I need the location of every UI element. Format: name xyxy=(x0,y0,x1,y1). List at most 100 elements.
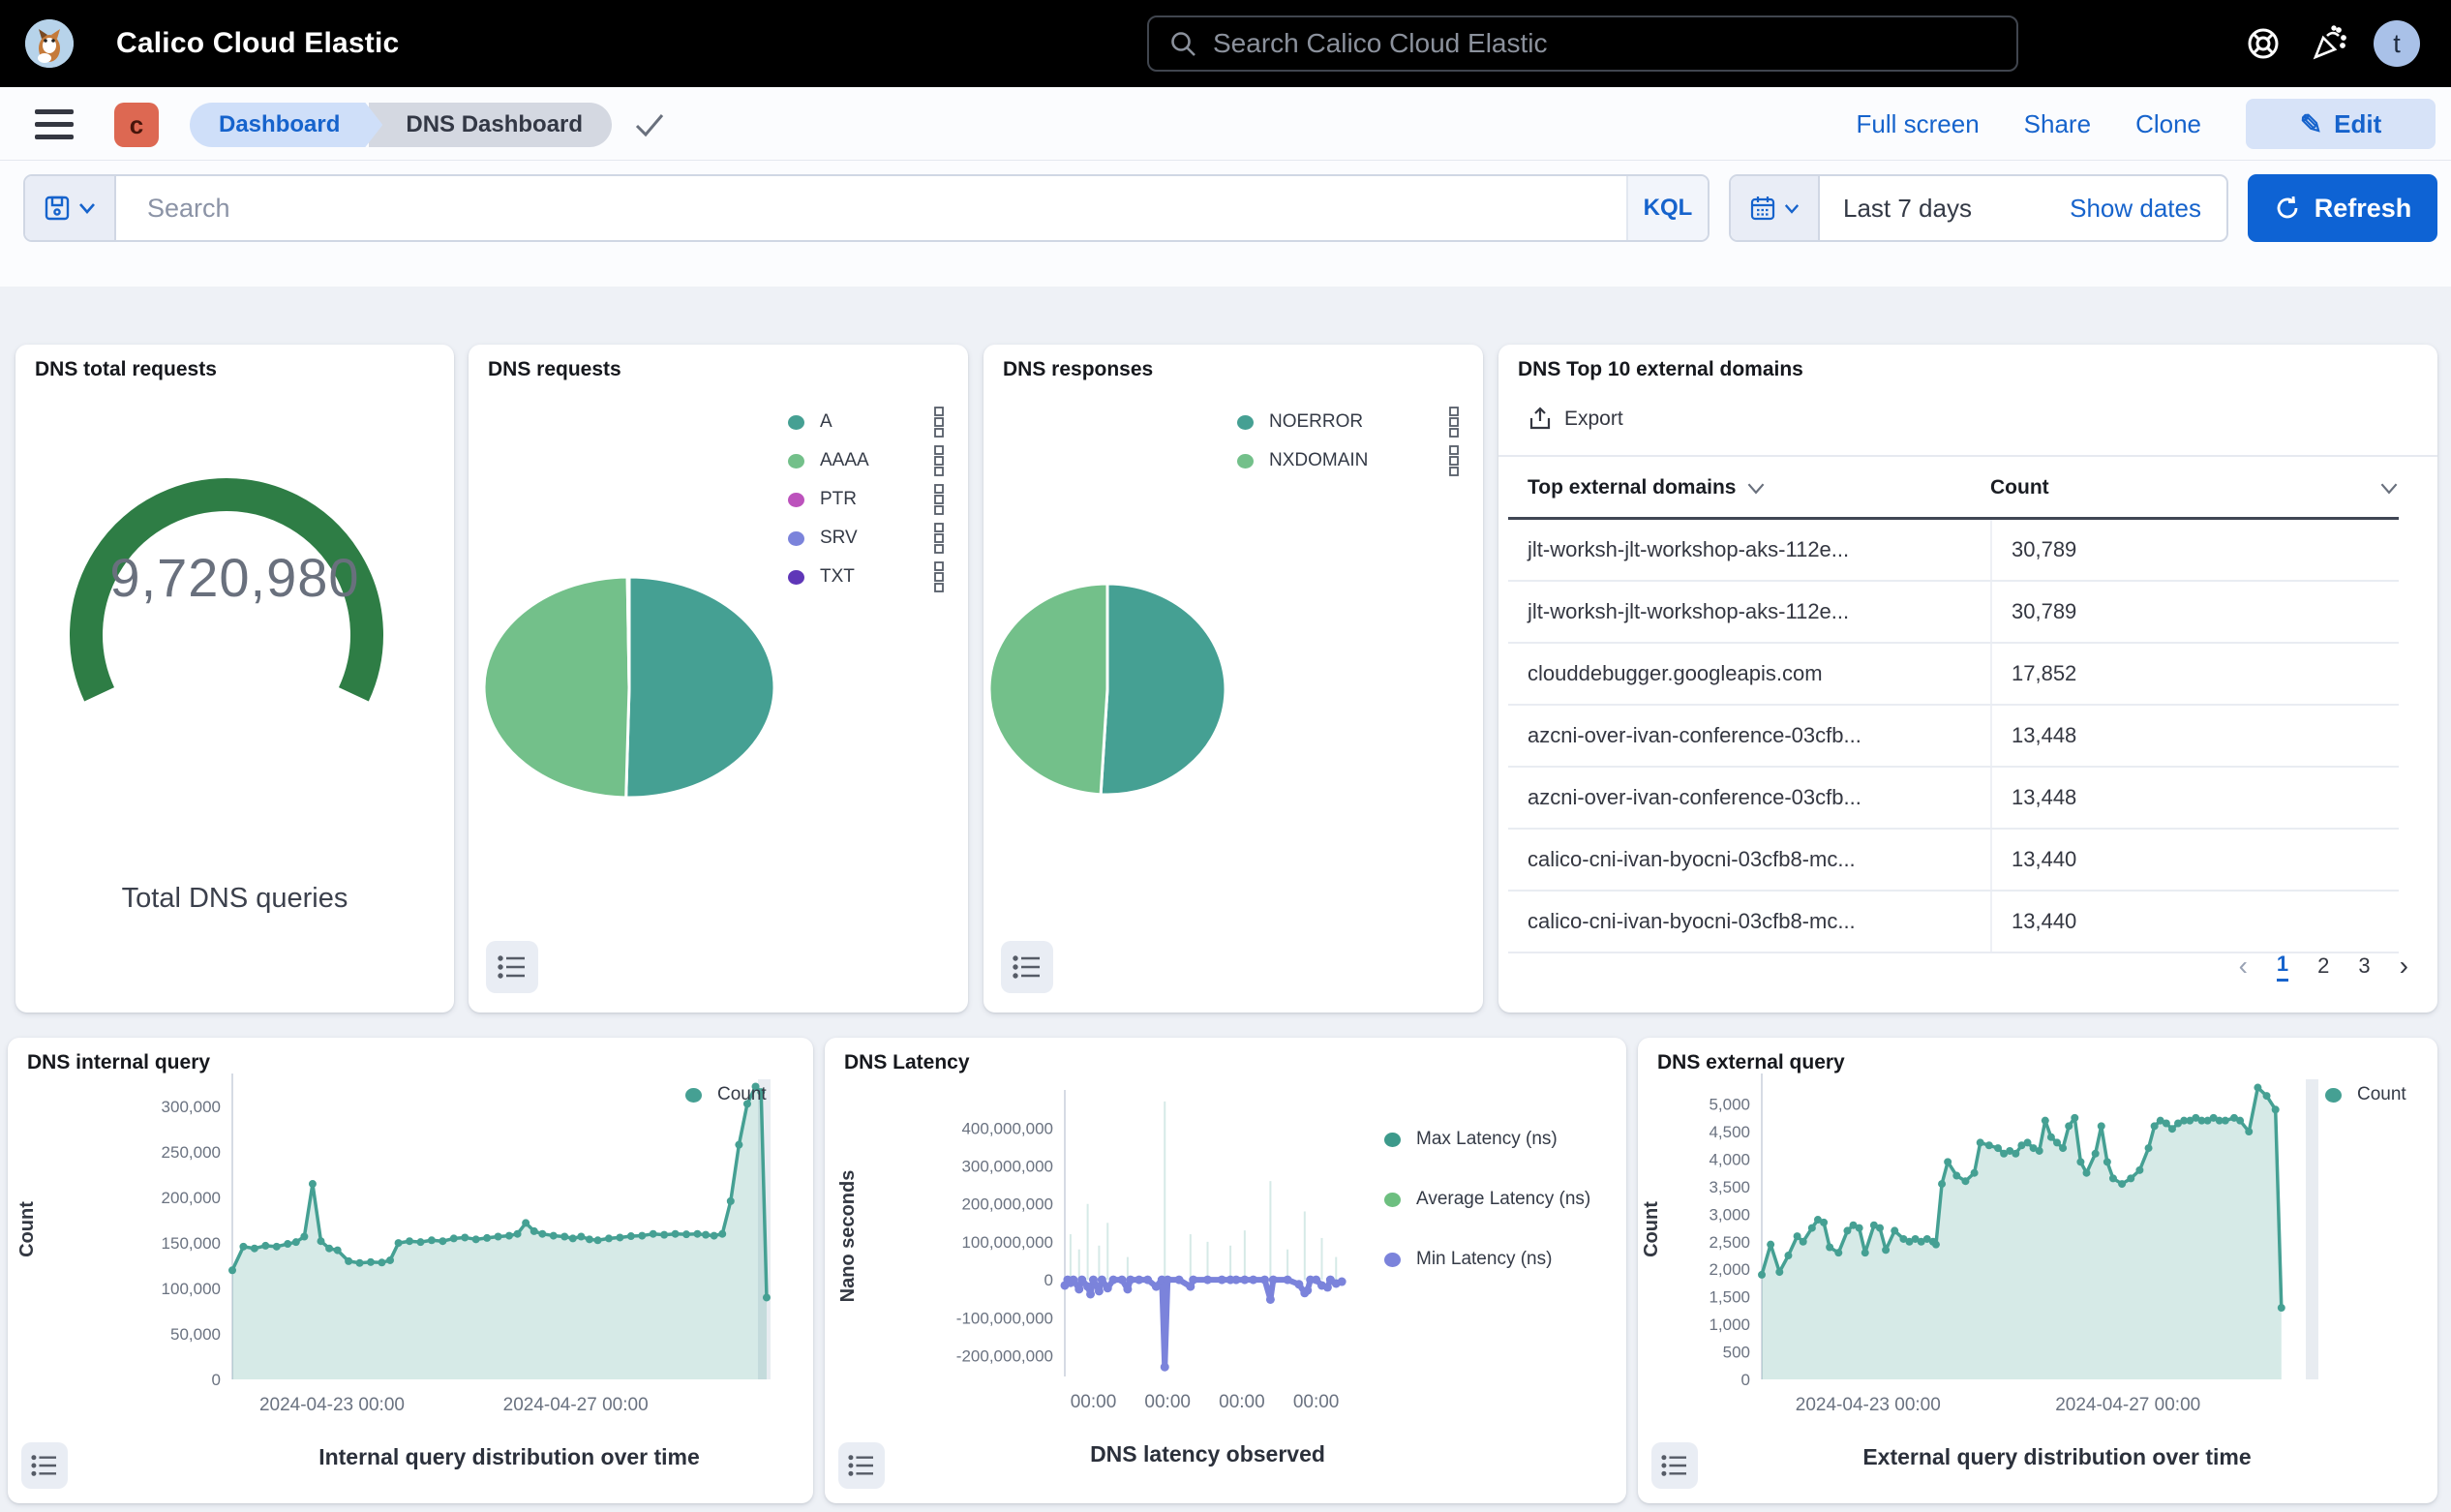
clone-link[interactable]: Clone xyxy=(2135,109,2201,139)
panel-dns-responses[interactable]: DNS responses NOERRORNXDOMAIN xyxy=(983,345,1483,1013)
column-header-count[interactable]: Count xyxy=(1990,476,2399,499)
legend-item-AAAA[interactable]: AAAA xyxy=(788,441,945,480)
legend-label: PTR xyxy=(820,489,857,510)
calico-logo-icon[interactable] xyxy=(25,19,74,68)
query-bar-row: Search KQL Last 7 days Show dates Refres… xyxy=(0,161,2451,287)
chevron-down-icon xyxy=(2379,482,2399,495)
chevron-down-icon xyxy=(1784,203,1800,214)
pagination-page-3[interactable]: 3 xyxy=(2358,953,2370,979)
legend-actions-icon[interactable] xyxy=(933,522,945,555)
svg-text:100,000: 100,000 xyxy=(162,1280,221,1298)
pie-slice-NXDOMAIN[interactable] xyxy=(989,584,1107,795)
panel-dns-internal-query[interactable]: DNS internal query 050,000100,000150,000… xyxy=(8,1038,813,1503)
cell-domain: jlt-worksh-jlt-workshop-aks-112e... xyxy=(1508,599,1990,624)
legend-item-NXDOMAIN[interactable]: NXDOMAIN xyxy=(1237,441,1460,480)
legend-actions-icon[interactable] xyxy=(933,483,945,516)
table-row[interactable]: calico-cni-ivan-byocni-03cfb8-mc...13,44… xyxy=(1508,892,2399,953)
legend-item-A[interactable]: A xyxy=(788,403,945,441)
table-row[interactable]: azcni-over-ivan-conference-03cfb...13,44… xyxy=(1508,768,2399,830)
svg-text:0: 0 xyxy=(212,1371,221,1389)
user-avatar[interactable]: t xyxy=(2374,20,2420,67)
legend-actions-icon[interactable] xyxy=(1448,406,1460,438)
legend-dot xyxy=(1237,454,1254,469)
show-dates-link[interactable]: Show dates xyxy=(2070,194,2226,224)
legend-item-Max Latency (ns)[interactable]: Max Latency (ns) xyxy=(1384,1109,1617,1169)
avatar-initial: t xyxy=(2393,29,2401,59)
svg-text:0: 0 xyxy=(1741,1371,1750,1389)
legend-item[interactable]: Count xyxy=(2325,1080,2432,1109)
pie-slice-NOERROR[interactable] xyxy=(1101,584,1226,795)
menu-hamburger-icon[interactable] xyxy=(35,106,74,142)
cell-domain: calico-cni-ivan-byocni-03cfb8-mc... xyxy=(1508,847,1990,872)
panel-dns-total-requests[interactable]: DNS total requests 9,720,980 Total DNS q… xyxy=(15,345,454,1013)
export-button[interactable]: Export xyxy=(1528,407,1623,432)
panel-legend-toggle-button[interactable] xyxy=(486,941,538,993)
legend-label: A xyxy=(820,411,832,433)
pencil-icon: ✎ xyxy=(2300,108,2322,140)
svg-text:150,000: 150,000 xyxy=(162,1234,221,1253)
calendar-menu-button[interactable] xyxy=(1731,176,1820,240)
saved-check-icon xyxy=(633,110,666,139)
legend-actions-icon[interactable] xyxy=(933,560,945,593)
svg-text:5,000: 5,000 xyxy=(1709,1096,1750,1114)
legend-actions-icon[interactable] xyxy=(933,444,945,477)
legend-dot xyxy=(685,1088,702,1103)
project-badge[interactable]: c xyxy=(114,103,159,147)
table-row[interactable]: clouddebugger.googleapis.com17,852 xyxy=(1508,644,2399,706)
legend-label: NOERROR xyxy=(1269,411,1363,433)
breadcrumb-dns-dashboard[interactable]: DNS Dashboard xyxy=(369,103,612,147)
pie-slice-A[interactable] xyxy=(626,577,774,798)
legend-dot xyxy=(788,415,804,430)
table-row[interactable]: calico-cni-ivan-byocni-03cfb8-mc...13,44… xyxy=(1508,830,2399,892)
refresh-icon xyxy=(2274,195,2301,222)
pagination-page-2[interactable]: 2 xyxy=(2317,953,2329,979)
global-search-input[interactable]: Search Calico Cloud Elastic xyxy=(1147,15,2018,72)
breadcrumb-dashboard[interactable]: Dashboard xyxy=(190,103,382,147)
panel-dns-latency[interactable]: DNS Latency -200,000,000-100,000,0000100… xyxy=(825,1038,1626,1503)
panel-dns-top-external-domains[interactable]: DNS Top 10 external domains Export Top e… xyxy=(1498,345,2437,1013)
legend-item-Min Latency (ns)[interactable]: Min Latency (ns) xyxy=(1384,1229,1617,1289)
table-row[interactable]: azcni-over-ivan-conference-03cfb...13,44… xyxy=(1508,706,2399,768)
table-row[interactable]: jlt-worksh-jlt-workshop-aks-112e...30,78… xyxy=(1508,582,2399,644)
edit-button[interactable]: ✎ Edit xyxy=(2246,99,2436,149)
pagination-next-icon[interactable]: › xyxy=(2400,951,2408,982)
search-query-input[interactable]: Search xyxy=(116,194,1626,224)
pagination-prev-icon[interactable]: ‹ xyxy=(2239,951,2248,982)
share-link[interactable]: Share xyxy=(2024,109,2091,139)
column-header-domains[interactable]: Top external domains xyxy=(1528,476,1766,499)
panel-legend-toggle-button[interactable] xyxy=(1001,941,1053,993)
saved-query-menu-button[interactable] xyxy=(25,176,116,240)
legend-item-TXT[interactable]: TXT xyxy=(788,558,945,596)
legend-item-PTR[interactable]: PTR xyxy=(788,480,945,519)
svg-text:300,000,000: 300,000,000 xyxy=(961,1158,1053,1176)
legend-actions-icon[interactable] xyxy=(933,406,945,438)
panel-dns-external-query[interactable]: DNS external query 05001,0001,5002,0002,… xyxy=(1638,1038,2437,1503)
pie-slice-AAAA[interactable] xyxy=(484,577,629,798)
calendar-icon xyxy=(1749,195,1776,222)
panel-legend-toggle-button[interactable] xyxy=(21,1442,68,1489)
legend-label: TXT xyxy=(820,566,855,588)
panel-legend-toggle-button[interactable] xyxy=(1651,1442,1698,1489)
refresh-button[interactable]: Refresh xyxy=(2248,174,2437,242)
kql-syntax-button[interactable]: KQL xyxy=(1626,176,1708,240)
legend-actions-icon[interactable] xyxy=(1448,444,1460,477)
panel-dns-requests[interactable]: DNS requests AAAAAPTRSRVTXT xyxy=(469,345,968,1013)
export-label: Export xyxy=(1564,408,1623,431)
legend-item-SRV[interactable]: SRV xyxy=(788,519,945,558)
legend-dot xyxy=(1384,1133,1401,1147)
time-range-value[interactable]: Last 7 days xyxy=(1820,194,2070,224)
time-range-picker: Last 7 days Show dates xyxy=(1729,174,2228,242)
cell-count: 30,789 xyxy=(1990,582,2076,642)
panel-legend-toggle-button[interactable] xyxy=(838,1442,885,1489)
table-row[interactable]: jlt-worksh-jlt-workshop-aks-112e...30,78… xyxy=(1508,520,2399,582)
full-screen-link[interactable]: Full screen xyxy=(1857,109,1980,139)
legend-item[interactable]: Count xyxy=(685,1080,792,1109)
news-party-icon[interactable] xyxy=(2308,22,2350,65)
cell-count: 13,440 xyxy=(1990,892,2076,952)
pagination-page-1[interactable]: 1 xyxy=(2277,952,2288,982)
legend-item-Average Latency (ns)[interactable]: Average Latency (ns) xyxy=(1384,1169,1617,1229)
svg-text:DNS latency observed: DNS latency observed xyxy=(1090,1441,1325,1467)
svg-text:4,500: 4,500 xyxy=(1709,1123,1750,1141)
legend-item-NOERROR[interactable]: NOERROR xyxy=(1237,403,1460,441)
help-icon[interactable] xyxy=(2242,22,2285,65)
